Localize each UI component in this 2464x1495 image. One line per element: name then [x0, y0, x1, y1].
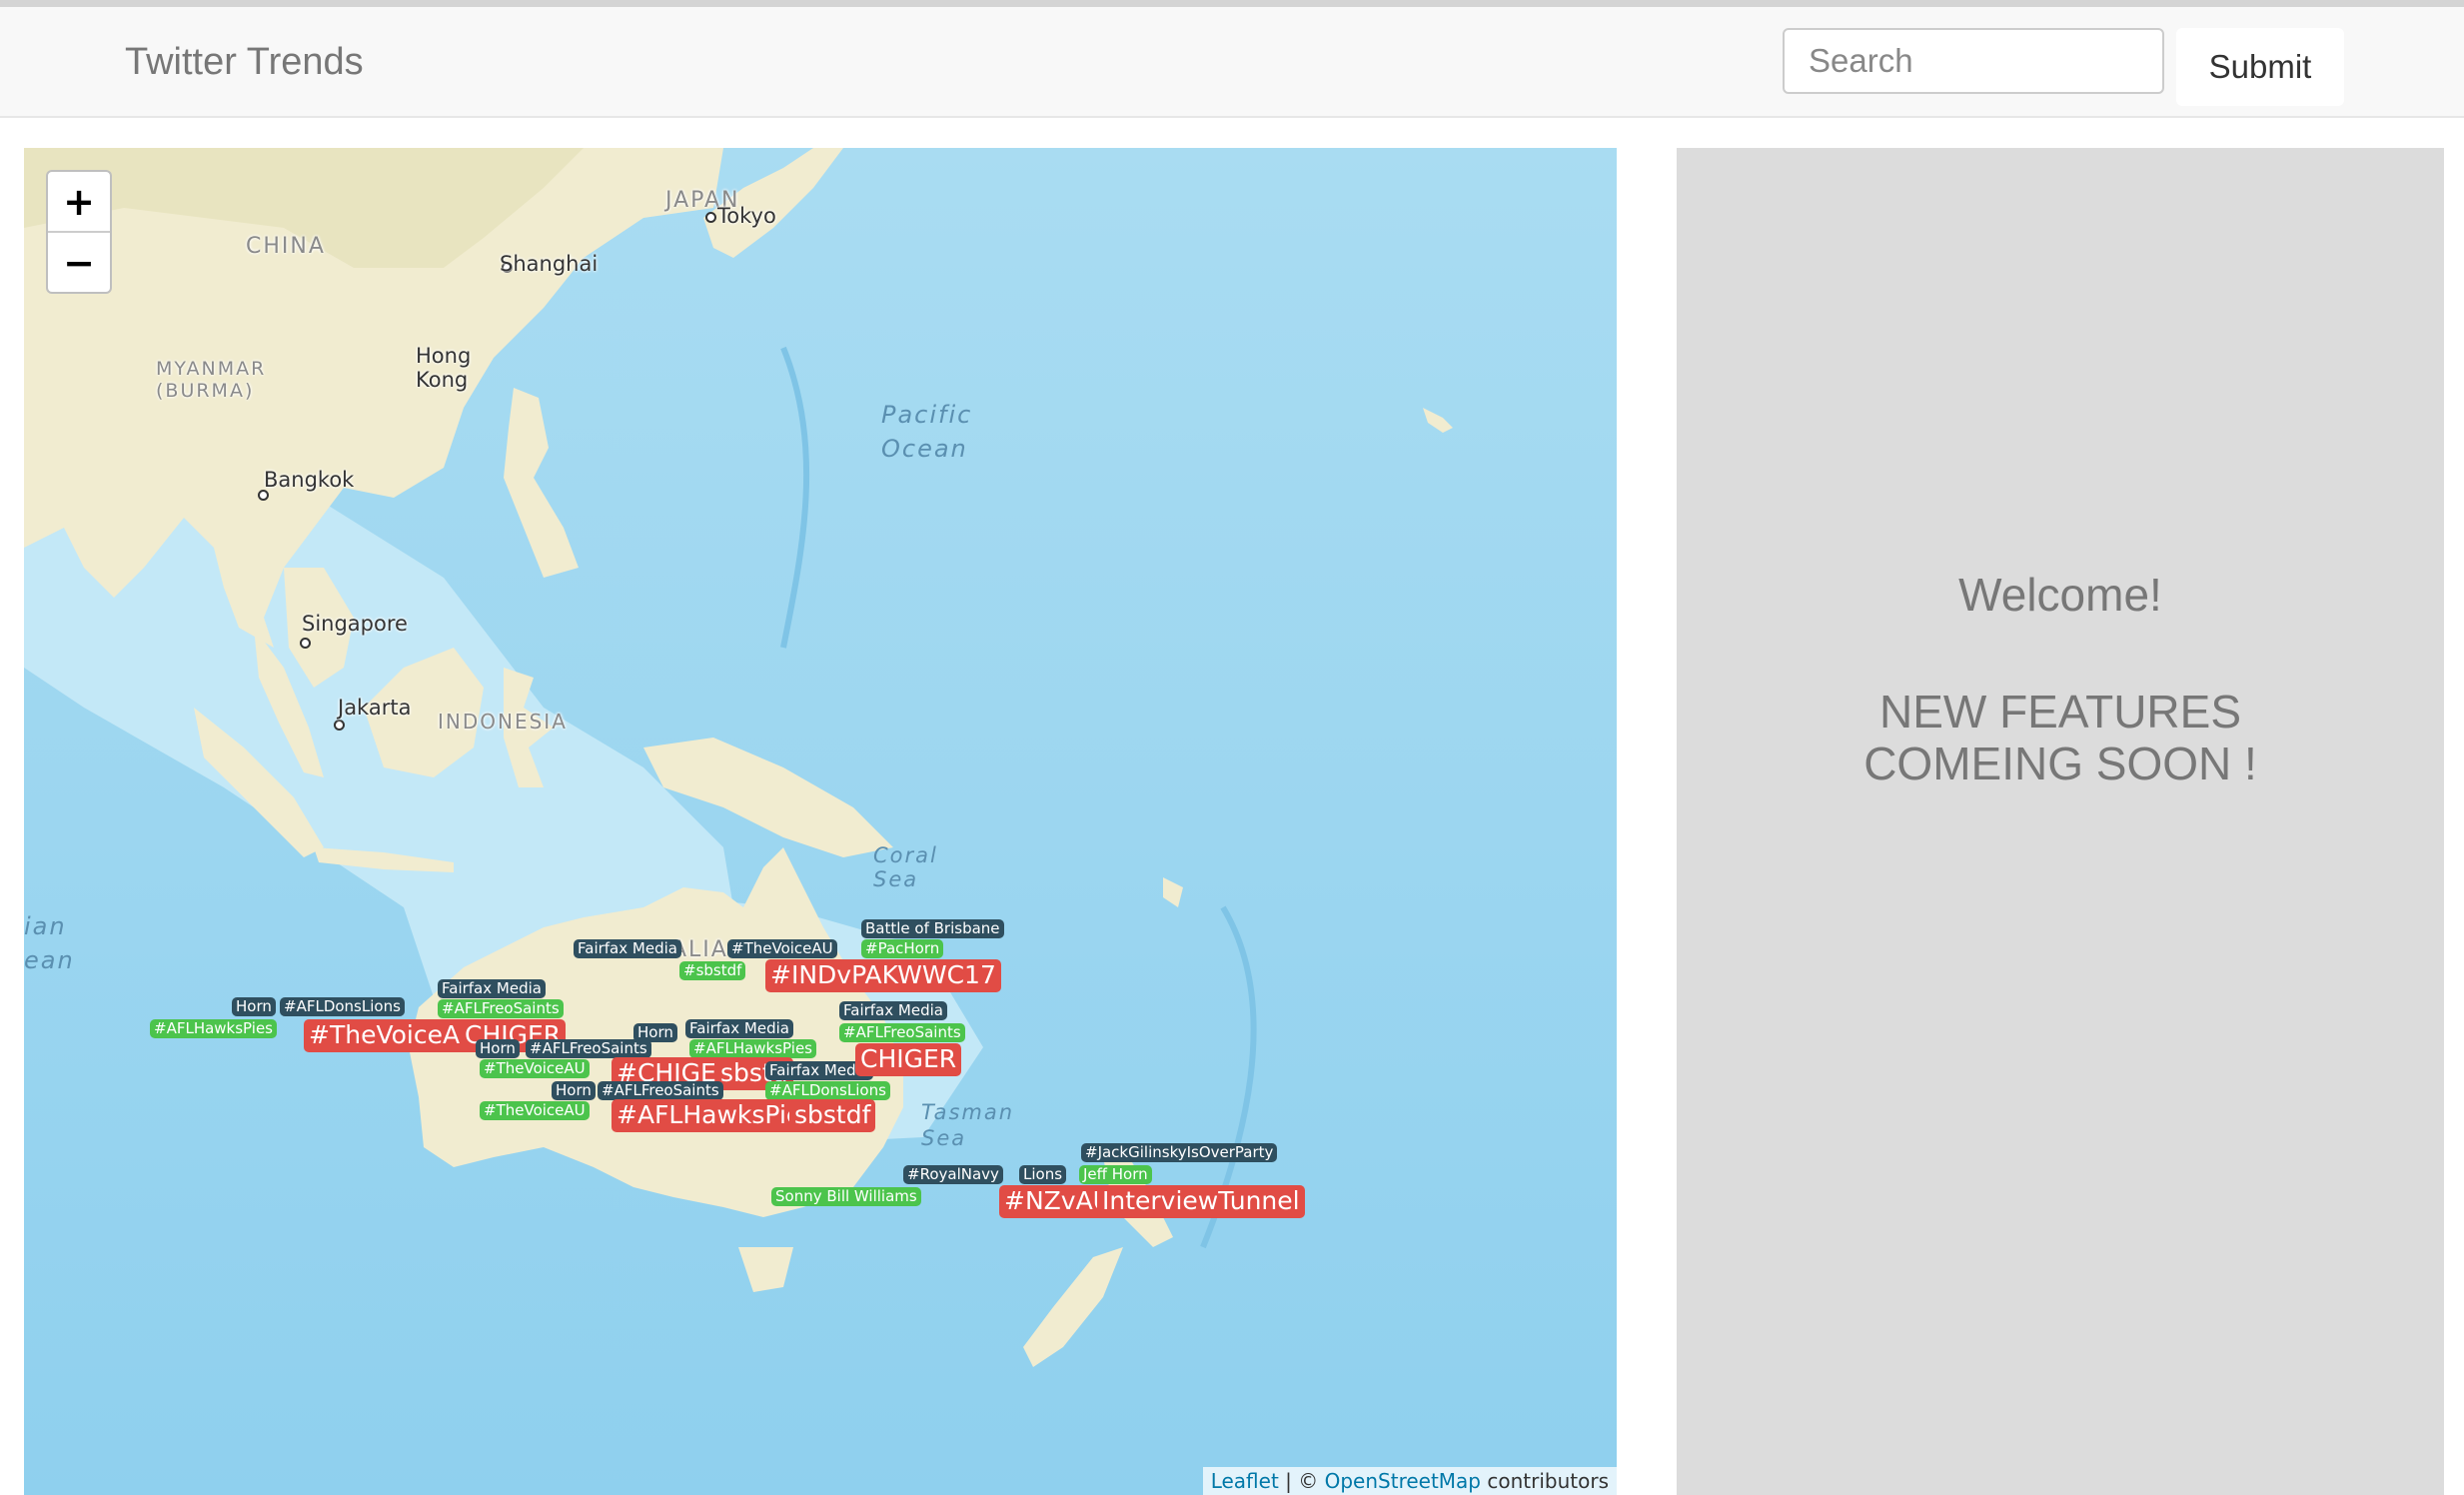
- trend-marker[interactable]: #AFLFreoSaints: [598, 1081, 723, 1101]
- label-singapore: Singapore: [302, 612, 408, 636]
- trend-marker[interactable]: #AFLFreoSaints: [526, 1039, 651, 1059]
- trend-marker[interactable]: Sonny Bill Williams: [771, 1187, 921, 1207]
- label-shanghai: Shanghai: [500, 252, 599, 276]
- trend-marker[interactable]: Lions: [1019, 1165, 1067, 1185]
- side-panel: Welcome! NEW FEATURES COMEING SOON !: [1677, 148, 2444, 1495]
- label-tokyo: Tokyo: [717, 204, 776, 228]
- label-indonesia: INDONESIA: [438, 710, 568, 734]
- trend-marker[interactable]: #AFLHawksPies: [150, 1019, 277, 1039]
- search-input[interactable]: [1783, 28, 2164, 94]
- zoom-control: + −: [46, 170, 112, 294]
- trend-marker[interactable]: Jeff Horn: [1079, 1165, 1152, 1185]
- trend-marker[interactable]: CHIGER: [855, 1043, 962, 1076]
- trend-marker[interactable]: InterviewTunnel: [1097, 1185, 1305, 1218]
- trend-marker[interactable]: Battle of Brisbane: [861, 919, 1004, 939]
- trend-marker[interactable]: #AFLFreoSaints: [438, 999, 564, 1019]
- label-indian-ocean: ian ean: [24, 912, 75, 974]
- trend-marker[interactable]: Fairfax Media: [438, 979, 546, 999]
- trend-marker[interactable]: Horn: [232, 997, 276, 1017]
- leaflet-link[interactable]: Leaflet: [1211, 1469, 1279, 1493]
- openstreetmap-link[interactable]: OpenStreetMap: [1325, 1469, 1481, 1493]
- city-dot: [300, 638, 311, 649]
- label-myanmar: MYANMAR (BURMA): [156, 358, 267, 402]
- label-china: CHINA: [246, 234, 326, 259]
- trend-marker[interactable]: #TheVoiceAU: [480, 1101, 590, 1121]
- trend-marker[interactable]: #sbstdf: [679, 961, 746, 981]
- features-notice: NEW FEATURES COMEING SOON !: [1863, 686, 2257, 789]
- top-border: [0, 0, 2464, 7]
- label-coral-sea: Coral Sea: [873, 843, 938, 891]
- brand-title[interactable]: Twitter Trends: [125, 41, 364, 84]
- trend-marker[interactable]: Fairfax Media: [839, 1001, 947, 1021]
- welcome-heading: Welcome!: [1958, 569, 2162, 621]
- trend-marker[interactable]: Fairfax Media: [685, 1019, 793, 1039]
- navbar: Twitter Trends Submit: [0, 7, 2464, 118]
- trend-marker[interactable]: #AFLFreoSaints: [839, 1023, 965, 1043]
- map[interactable]: + − CHINA JAPAN Tokyo Shanghai Hong Kong…: [24, 148, 1617, 1495]
- trend-marker[interactable]: Horn: [552, 1081, 596, 1101]
- trend-marker[interactable]: #TheVoiceAU: [304, 1019, 484, 1052]
- map-attribution: Leaflet | © OpenStreetMap contributors: [1202, 1467, 1617, 1495]
- map-tiles: [24, 148, 1617, 1495]
- trend-marker[interactable]: Fairfax Media: [574, 939, 681, 959]
- trend-marker[interactable]: #TheVoiceAU: [480, 1059, 590, 1079]
- attribution-contributors: contributors: [1481, 1469, 1609, 1493]
- label-bangkok: Bangkok: [264, 468, 355, 492]
- submit-button[interactable]: Submit: [2176, 28, 2344, 106]
- trend-marker[interactable]: #INDvPAKWWC17: [765, 959, 1001, 992]
- trend-marker[interactable]: #AFLDonsLions: [280, 997, 405, 1017]
- label-hong-kong: Hong Kong: [416, 344, 472, 392]
- label-tasman-sea: Tasman Sea: [921, 1100, 1015, 1150]
- attribution-separator: | ©: [1278, 1469, 1325, 1493]
- trend-marker[interactable]: #JackGilinskyIsOverParty: [1081, 1143, 1278, 1163]
- city-dot: [705, 212, 716, 223]
- zoom-out-button[interactable]: −: [48, 233, 110, 292]
- label-pacific-ocean: Pacific Ocean: [881, 401, 973, 463]
- trend-marker[interactable]: Horn: [476, 1039, 520, 1059]
- trend-marker[interactable]: #RoyalNavy: [903, 1165, 1003, 1185]
- city-dot: [334, 720, 345, 731]
- label-jakarta: Jakarta: [338, 696, 412, 720]
- trend-marker[interactable]: #PacHorn: [861, 939, 944, 959]
- trend-marker[interactable]: #AFLDonsLions: [765, 1081, 890, 1101]
- trend-marker[interactable]: #AFLHawksPies: [689, 1039, 816, 1059]
- trend-marker[interactable]: sbstdf: [789, 1099, 876, 1132]
- trend-marker[interactable]: #TheVoiceAU: [727, 939, 837, 959]
- zoom-in-button[interactable]: +: [48, 172, 110, 233]
